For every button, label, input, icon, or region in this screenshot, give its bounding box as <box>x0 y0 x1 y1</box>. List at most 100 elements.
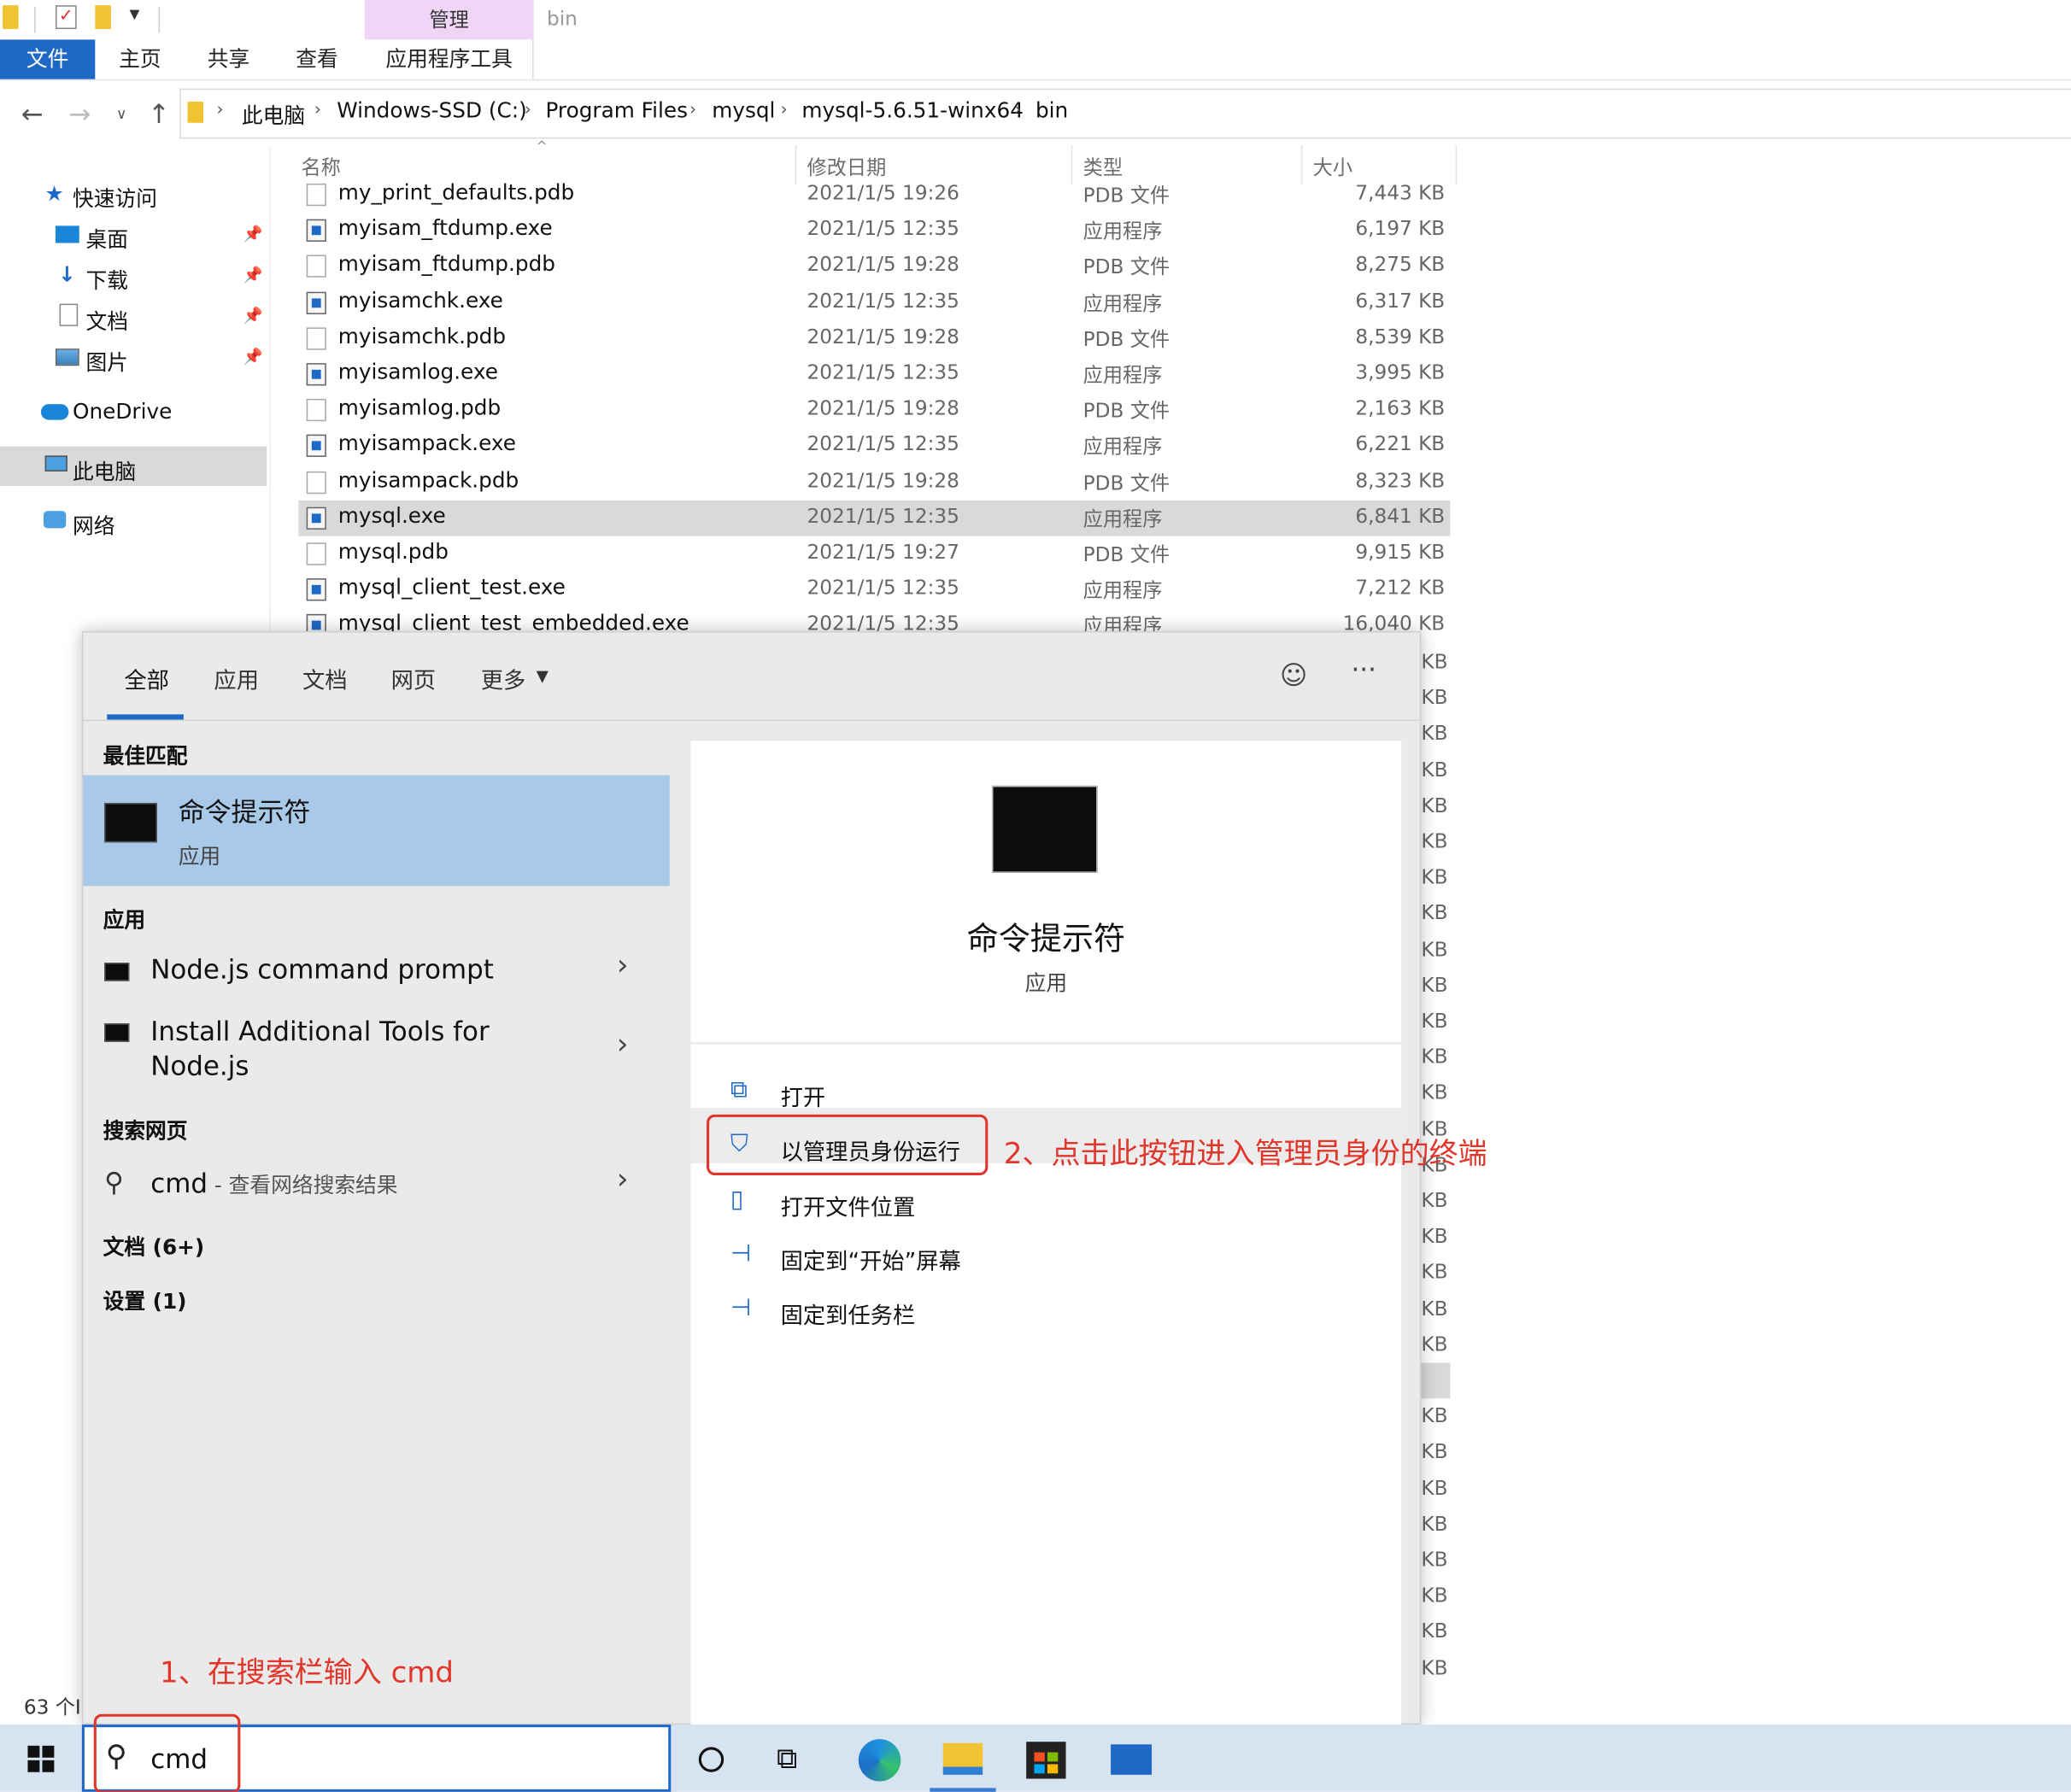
file-row[interactable]: myisampack.exe 2021/1/5 12:35 应用程序 6,221 KB <box>298 429 1450 465</box>
web-search-result[interactable]: cmd - 查看网络搜索结果 <box>150 1166 397 1203</box>
breadcrumb-program-files[interactable]: Program Files <box>545 97 687 122</box>
settings-count[interactable]: 设置 (1) <box>103 1284 187 1315</box>
breadcrumb-separator-icon[interactable]: › <box>217 100 224 120</box>
search-box-highlight <box>93 1713 241 1792</box>
recent-chevron-down-icon[interactable]: ∨ <box>116 106 126 123</box>
size-fragment: KB <box>1421 1619 1448 1643</box>
file-name: myisamlog.exe <box>337 359 498 384</box>
cortana-icon[interactable] <box>698 1747 725 1772</box>
toolbar-divider <box>34 6 36 33</box>
file-row[interactable]: mysql.exe 2021/1/5 12:35 应用程序 6,841 KB <box>298 500 1451 536</box>
breadcrumb-bin[interactable]: bin <box>1036 97 1068 122</box>
chevron-right-icon[interactable]: › <box>617 1028 629 1062</box>
file-row[interactable]: myisampack.pdb 2021/1/5 19:28 PDB 文件 8,323 … <box>298 465 1450 501</box>
file-icon <box>306 542 326 565</box>
breadcrumb-this-pc[interactable]: 此电脑 <box>242 97 305 129</box>
tab-application-tools[interactable]: 应用程序工具 <box>385 39 512 79</box>
tab-file[interactable]: 文件 <box>0 39 96 79</box>
file-row[interactable]: myisam_ftdump.exe 2021/1/5 12:35 应用程序 6,197… <box>298 213 1450 249</box>
chevron-right-icon[interactable]: › <box>617 1163 629 1197</box>
size-fragment: KB <box>1421 721 1448 746</box>
feedback-icon[interactable]: ☺ <box>1280 659 1307 690</box>
breadcrumb-separator-icon[interactable]: › <box>1014 100 1021 120</box>
file-row[interactable]: mysql.pdb 2021/1/5 19:27 PDB 文件 9,915 KB <box>298 536 1450 572</box>
sidebar-this-pc[interactable]: 此电脑 <box>73 454 136 486</box>
pin-icon[interactable]: 📌 <box>243 307 262 325</box>
windows-start-icon[interactable] <box>27 1745 55 1772</box>
search-tab-all[interactable]: 全部 <box>124 662 169 694</box>
column-divider[interactable] <box>1455 145 1458 185</box>
chevron-right-icon[interactable]: › <box>617 950 629 983</box>
detail-name: 命令提示符 <box>966 920 1126 957</box>
breadcrumb-mysql[interactable]: mysql <box>712 97 775 122</box>
new-folder-icon[interactable] <box>95 5 111 30</box>
sidebar-network[interactable]: 网络 <box>73 508 114 540</box>
run-as-admin-highlight-box <box>707 1114 989 1175</box>
breadcrumb-separator-icon[interactable]: › <box>689 100 696 120</box>
more-dropdown-icon[interactable]: ▼ <box>537 667 549 686</box>
desktop-icon <box>55 225 79 243</box>
back-arrow-icon[interactable]: ← <box>21 97 44 129</box>
file-row[interactable]: my_print_defaults.pdb 2021/1/5 19:26 PDB 文… <box>298 177 1450 213</box>
action-open[interactable]: 打开 <box>781 1079 826 1112</box>
file-row[interactable]: myisamlog.exe 2021/1/5 12:35 应用程序 3,995 KB <box>298 356 1450 392</box>
breadcrumb-drive[interactable]: Windows-SSD (C:) <box>337 97 527 122</box>
file-row[interactable]: myisamchk.exe 2021/1/5 12:35 应用程序 6,317 KB <box>298 284 1450 320</box>
task-view-icon[interactable]: ⧉ <box>777 1743 797 1777</box>
breadcrumb-separator-icon[interactable]: › <box>525 100 531 120</box>
file-type: 应用程序 <box>1082 219 1163 243</box>
file-type: 应用程序 <box>1082 363 1163 387</box>
pin-icon[interactable]: 📌 <box>243 348 262 366</box>
application-icon <box>306 435 326 458</box>
sidebar-item-desktop[interactable]: 桌面 <box>85 222 127 254</box>
search-tab-more[interactable]: 更多 <box>481 662 526 694</box>
size-fragment: KB <box>1421 1332 1448 1356</box>
mail-icon[interactable] <box>1111 1744 1153 1775</box>
this-pc-icon <box>44 455 67 471</box>
sidebar-item-documents[interactable]: 文档 <box>85 304 127 336</box>
action-pin-to-start[interactable]: 固定到“开始”屏幕 <box>781 1243 961 1276</box>
file-explorer-icon[interactable] <box>942 1742 983 1775</box>
file-name: myisampack.pdb <box>337 466 519 493</box>
up-arrow-icon[interactable]: ↑ <box>148 97 170 129</box>
breadcrumb-mysql-version[interactable]: mysql-5.6.51-winx64 <box>801 97 1024 122</box>
search-tab-web[interactable]: 网页 <box>391 662 437 694</box>
pin-icon[interactable]: 📌 <box>243 225 262 243</box>
tab-home[interactable]: 主页 <box>119 39 161 79</box>
tab-share[interactable]: 共享 <box>208 39 249 79</box>
file-type: 应用程序 <box>1082 291 1163 315</box>
action-pin-to-taskbar[interactable]: 固定到任务栏 <box>781 1297 916 1330</box>
forward-arrow-icon[interactable]: → <box>68 97 91 129</box>
file-type: PDB 文件 <box>1082 471 1170 495</box>
search-tab-documents[interactable]: 文档 <box>302 662 348 694</box>
file-row[interactable]: mysql_client_test.exe 2021/1/5 12:35 应用程序 7… <box>298 572 1450 608</box>
breadcrumb-separator-icon[interactable]: › <box>781 100 788 120</box>
file-row[interactable]: myisamlog.pdb 2021/1/5 19:28 PDB 文件 2,163 K… <box>298 392 1450 428</box>
app-install-tools-nodejs[interactable]: Install Additional Tools for Node.js <box>150 1014 507 1082</box>
best-match-item[interactable]: 命令提示符 应用 <box>83 775 670 887</box>
more-options-icon[interactable]: ··· <box>1351 653 1376 685</box>
pin-taskbar-icon: ⊣ <box>730 1294 752 1322</box>
sidebar-item-pictures[interactable]: 图片 <box>85 345 127 377</box>
search-tab-apps[interactable]: 应用 <box>214 662 259 694</box>
size-fragment: KB <box>1421 1009 1448 1033</box>
customize-dropdown-icon[interactable]: ▼ <box>129 8 139 37</box>
sidebar-quick-access[interactable]: 快速访问 <box>73 181 157 213</box>
documents-count[interactable]: 文档 (6+) <box>103 1229 205 1261</box>
pin-icon[interactable]: 📌 <box>243 266 262 284</box>
size-fragment: KB <box>1421 900 1448 925</box>
sidebar-onedrive[interactable]: OneDrive <box>73 399 172 424</box>
breadcrumb-separator-icon[interactable]: › <box>314 100 321 120</box>
file-type: 应用程序 <box>1082 578 1163 603</box>
store-icon[interactable] <box>1026 1742 1066 1779</box>
tab-view[interactable]: 查看 <box>296 39 337 79</box>
app-nodejs-command-prompt[interactable]: Node.js command prompt <box>150 952 494 987</box>
file-date: 2021/1/5 19:26 <box>807 180 959 205</box>
properties-check-icon[interactable]: ✓ <box>55 5 77 30</box>
action-open-file-location[interactable]: 打开文件位置 <box>781 1188 916 1221</box>
edge-browser-icon[interactable] <box>858 1739 901 1782</box>
folder-icon[interactable] <box>3 5 19 30</box>
sidebar-item-downloads[interactable]: 下载 <box>85 263 127 295</box>
file-row[interactable]: myisam_ftdump.pdb 2021/1/5 19:28 PDB 文件 8,2… <box>298 249 1450 284</box>
file-row[interactable]: myisamchk.pdb 2021/1/5 19:28 PDB 文件 8,539 K… <box>298 320 1450 356</box>
